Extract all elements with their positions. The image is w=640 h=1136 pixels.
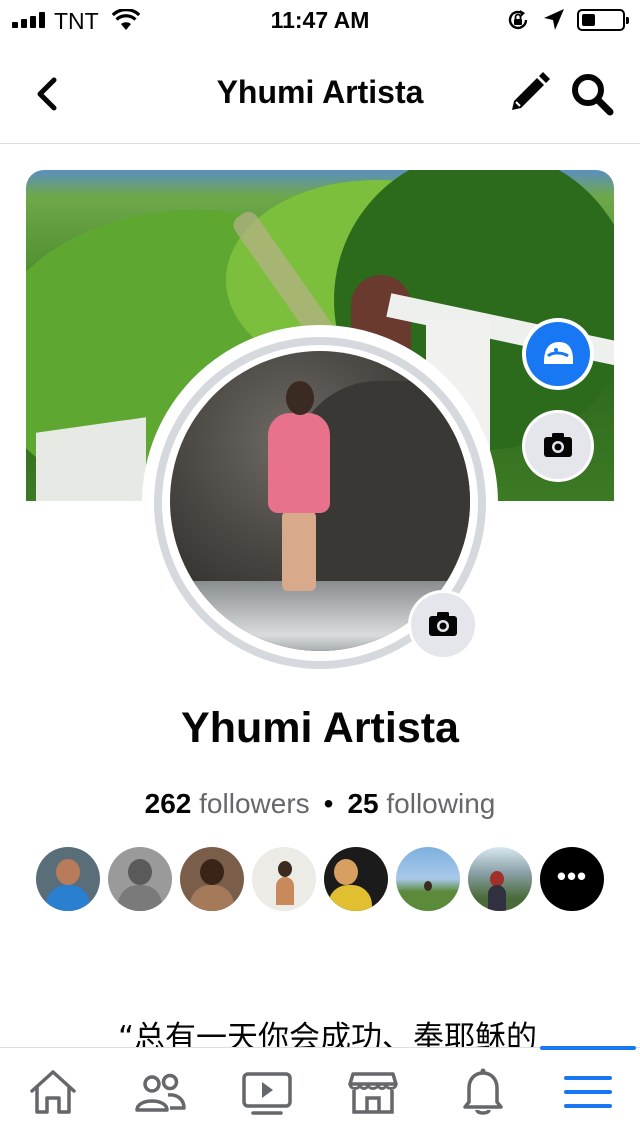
friend-avatar[interactable]	[468, 847, 532, 911]
messenger-avatar-icon	[544, 342, 573, 364]
following-count: 25	[347, 788, 379, 819]
pencil-icon[interactable]	[508, 72, 550, 114]
home-icon	[30, 1070, 76, 1114]
followers-link[interactable]: 262 followers	[145, 788, 310, 819]
followers-avatar-row: •••	[36, 847, 606, 911]
search-icon[interactable]	[570, 72, 614, 116]
watch-icon	[242, 1072, 292, 1115]
messenger-button[interactable]	[522, 318, 594, 390]
tab-notifications[interactable]	[455, 1064, 511, 1120]
followers-count: 262	[144, 788, 192, 819]
friend-avatar[interactable]	[324, 847, 388, 911]
profile-header: Yhumi Artista	[0, 40, 640, 144]
camera-icon	[544, 433, 572, 457]
profile-name: Yhumi Artista	[181, 704, 459, 752]
active-tab-indicator	[540, 1046, 636, 1050]
friend-avatar[interactable]	[36, 847, 100, 911]
notifications-icon	[463, 1068, 503, 1115]
bottom-tab-bar	[0, 1046, 640, 1136]
followers-label: followers	[199, 788, 310, 819]
menu-icon	[564, 1076, 612, 1108]
edit-profile-picture-button[interactable]	[408, 590, 478, 660]
following-label: following	[386, 788, 496, 819]
friends-icon	[135, 1073, 186, 1112]
friend-avatar[interactable]	[180, 847, 244, 911]
more-icon: •••	[556, 861, 588, 891]
battery-icon	[577, 9, 629, 31]
separator-dot: •	[323, 788, 334, 819]
edit-cover-camera-button[interactable]	[522, 410, 594, 482]
status-bar: TNT 11:47 AM	[0, 0, 640, 40]
camera-icon	[429, 612, 457, 636]
friend-avatar[interactable]	[396, 847, 460, 911]
friend-avatar[interactable]	[108, 847, 172, 911]
following-link[interactable]: 25 following	[347, 788, 495, 819]
more-friends-button[interactable]: •••	[540, 847, 604, 911]
tab-menu[interactable]	[560, 1064, 616, 1120]
friend-avatar[interactable]	[252, 847, 316, 911]
tab-friends[interactable]	[132, 1064, 188, 1120]
follow-stats: 262 followers • 25 following	[0, 788, 640, 820]
marketplace-icon	[348, 1072, 398, 1114]
location-icon	[544, 9, 564, 30]
rotation-lock-icon	[508, 10, 528, 30]
tab-home[interactable]	[25, 1064, 81, 1120]
tab-marketplace[interactable]	[345, 1064, 401, 1120]
tab-watch[interactable]	[239, 1064, 295, 1120]
